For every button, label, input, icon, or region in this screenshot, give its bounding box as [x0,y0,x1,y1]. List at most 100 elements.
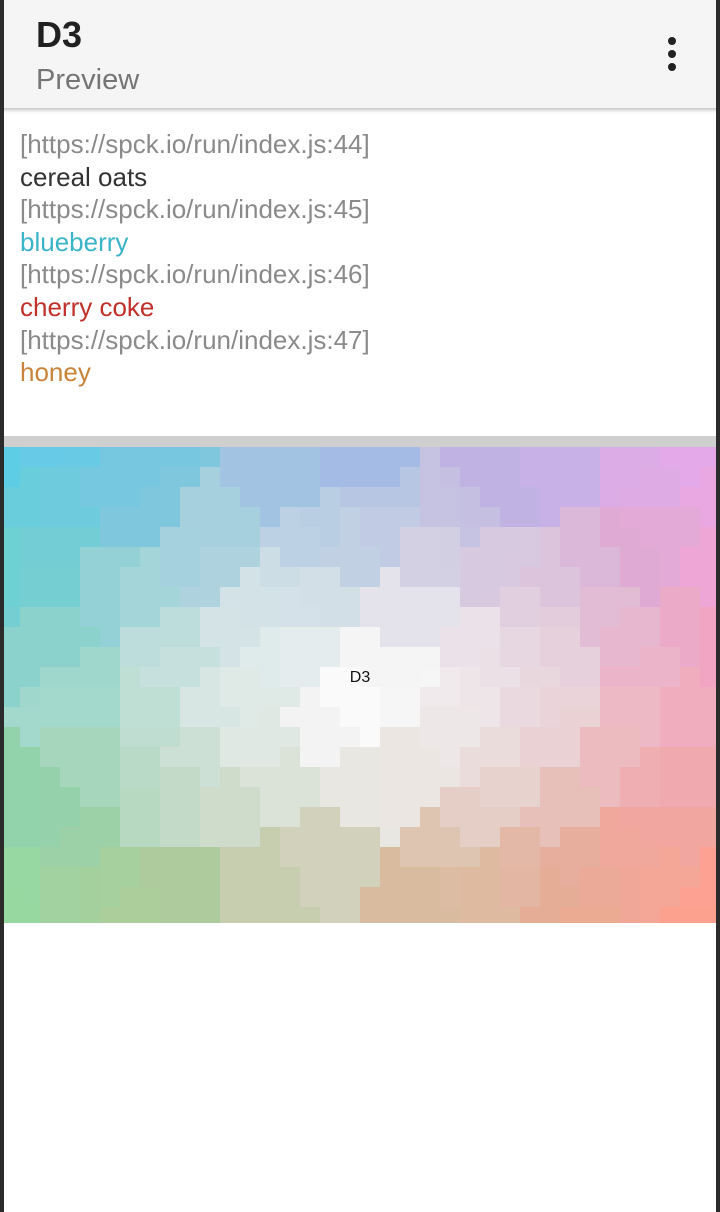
mosaic-cell [360,567,380,587]
mosaic-cell [60,827,80,847]
mosaic-cell [320,727,340,747]
mosaic-cell [160,767,180,787]
mosaic-cell [300,687,320,707]
mosaic-cell [320,447,340,467]
mosaic-cell [100,527,120,547]
mosaic-cell [620,827,640,847]
mosaic-cell [560,867,580,887]
mosaic-cell [300,867,320,887]
mosaic-cell [40,787,60,807]
mosaic-cell [200,607,220,627]
mosaic-cell [480,547,500,567]
mosaic-cell [360,487,380,507]
mosaic-cell [20,707,40,727]
mosaic-cell [340,447,360,467]
mosaic-cell [80,547,100,567]
mosaic-cell [340,527,360,547]
mosaic-cell [480,727,500,747]
mosaic-cell [280,467,300,487]
mosaic-cell [680,847,700,867]
mosaic-cell [400,467,420,487]
more-vertical-icon[interactable] [648,32,696,76]
mosaic-cell [100,627,120,647]
mosaic-cell [300,647,320,667]
mosaic-cell [440,807,460,827]
console-message: cherry coke [20,291,155,322]
mosaic-cell [20,787,40,807]
mosaic-cell [400,807,420,827]
mosaic-cell [60,567,80,587]
mosaic-cell [680,707,700,727]
mosaic-cell [440,707,460,727]
mosaic-cell [600,527,620,547]
mosaic-cell [480,887,500,907]
mosaic-cell [240,747,260,767]
mosaic-cell [600,467,620,487]
console-source-line: [https://spck.io/run/index.js:45] [20,194,370,225]
mosaic-cell [300,527,320,547]
mosaic-cell [260,587,280,607]
mosaic-cell [680,747,700,767]
pane-divider[interactable] [0,436,720,447]
mosaic-cell [420,787,440,807]
mosaic-cell [280,847,300,867]
mosaic-cell [560,687,580,707]
mosaic-cell [620,687,640,707]
mosaic-cell [260,687,280,707]
mosaic-cell [440,567,460,587]
mosaic-cell [600,687,620,707]
mosaic-cell [680,607,700,627]
mosaic-cell [620,447,640,467]
mosaic-cell [600,507,620,527]
mosaic-cell [280,527,300,547]
mosaic-cell [360,547,380,567]
mosaic-cell [120,687,140,707]
mosaic-cell [340,487,360,507]
mosaic-cell [180,747,200,767]
mosaic-cell [260,507,280,527]
mosaic-cell [520,447,540,467]
mosaic-cell [340,827,360,847]
mosaic-cell [420,627,440,647]
mosaic-cell [580,867,600,887]
mosaic-cell [20,587,40,607]
mosaic-cell [660,447,680,467]
mosaic-cell [600,747,620,767]
mosaic-cell [260,767,280,787]
mosaic-cell [340,467,360,487]
mosaic-cell [680,507,700,527]
mosaic-cell [520,507,540,527]
mosaic-cell [220,607,240,627]
mosaic-cell [540,707,560,727]
mosaic-cell [260,727,280,747]
mosaic-cell [200,787,220,807]
mosaic-cell [20,727,40,747]
mosaic-cell [540,527,560,547]
mosaic-cell [480,847,500,867]
mosaic-cell [360,827,380,847]
mosaic-cell [60,707,80,727]
mosaic-cell [220,487,240,507]
mosaic-cell [500,747,520,767]
mosaic-cell [140,827,160,847]
mosaic-cell [60,687,80,707]
mosaic-cell [680,787,700,807]
mosaic-cell [20,547,40,567]
mosaic-cell [20,827,40,847]
mosaic-cell [240,447,260,467]
mosaic-cell [540,907,560,923]
mosaic-cell [40,607,60,627]
mosaic-cell [220,867,240,887]
mosaic-cell [640,767,660,787]
mosaic-cell [480,827,500,847]
mosaic-cell [220,707,240,727]
mosaic-cell [440,907,460,923]
mosaic-cell [220,567,240,587]
mosaic-cell [680,827,700,847]
mosaic-cell [680,567,700,587]
mosaic-cell [520,627,540,647]
mosaic-cell [460,587,480,607]
mosaic-cell [200,707,220,727]
mosaic-cell [500,907,520,923]
mosaic-cell [260,827,280,847]
